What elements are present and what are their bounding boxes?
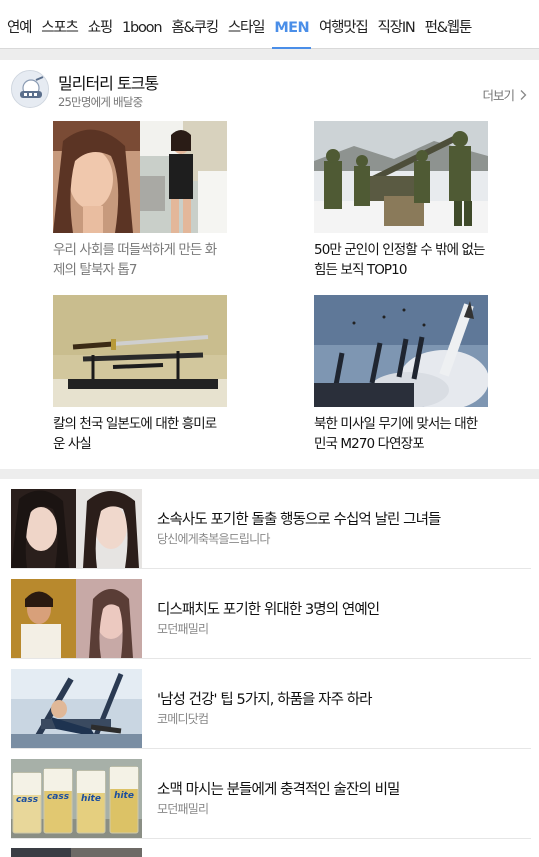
list-item[interactable]: cass cass hite hite 소맥 마시는 분들에게 충격적인 술잔의… xyxy=(11,749,531,839)
channel-logo-icon[interactable] xyxy=(11,70,49,108)
list-thumbnail-partial xyxy=(11,848,142,857)
beer-glass-label: cass xyxy=(47,792,70,802)
list-item[interactable]: 디스패치도 포기한 위대한 3명의 연예인 모던패밀리 xyxy=(11,569,531,659)
chevron-right-icon xyxy=(517,89,529,101)
list-item-title: 소맥 마시는 분들에게 충격적인 술잔의 비밀 xyxy=(157,782,400,798)
category-nav: 연예 스포츠 쇼핑 1boon 홈&쿠킹 스타일 MEN 여행맛집 직장IN 펀&웹툰 xyxy=(0,0,539,49)
list-item-title: 소속사도 포기한 돌출 행동으로 수십억 날린 그녀들 xyxy=(157,512,441,528)
tile-thumbnail xyxy=(53,121,227,233)
beer-glass-label: hite xyxy=(81,794,101,804)
list-item[interactable]: '남성 건강' 팁 5가지, 하품을 자주 하라 코메디닷컴 xyxy=(11,659,531,749)
tile-caption: 50만 군인이 인정할 수 밖에 없는 힘든 보직 TOP10 xyxy=(314,242,485,278)
tab-category[interactable]: 쇼핑 xyxy=(83,0,117,49)
list-thumbnail xyxy=(11,579,142,658)
tab-category[interactable]: 여행맛집 xyxy=(314,0,373,49)
list-item-title: '남성 건강' 팁 5가지, 하품을 자주 하라 xyxy=(157,692,373,708)
list-item[interactable]: 소속사도 포기한 돌출 행동으로 수십억 날린 그녀들 당신에게축복을드립니다 xyxy=(11,479,531,569)
list-item-source: 코메디닷컴 xyxy=(157,712,209,726)
list-item-source: 당신에게축복을드립니다 xyxy=(157,532,270,546)
tab-category[interactable]: 홈&쿠킹 xyxy=(166,0,223,49)
tab-active[interactable]: MEN xyxy=(269,0,314,49)
tile-thumbnail xyxy=(314,295,488,407)
list-thumbnail xyxy=(11,489,142,568)
beer-glass-label: hite xyxy=(114,791,134,801)
list-thumbnail xyxy=(11,669,142,748)
tile-caption: 칼의 천국 일본도에 대한 흥미로운 사실 xyxy=(53,416,217,452)
beer-glass-label: cass xyxy=(16,795,39,805)
tab-category[interactable]: 스타일 xyxy=(223,0,269,49)
channel-card: 밀리터리 토크통 25만명에게 배달중 더보기 우리 사회를 떠들썩하게 만든 … xyxy=(0,60,539,469)
tab-category[interactable]: 펀&웹툰 xyxy=(420,0,477,49)
channel-header: 밀리터리 토크통 25만명에게 배달중 더보기 xyxy=(11,70,531,110)
channel-tile[interactable]: 우리 사회를 떠들썩하게 만든 화제의 탈북자 톱7 xyxy=(53,121,227,280)
tile-thumbnail xyxy=(314,121,488,233)
tile-caption: 우리 사회를 떠들썩하게 만든 화제의 탈북자 톱7 xyxy=(53,242,217,278)
list-item-source: 모던패밀리 xyxy=(157,802,209,816)
tile-caption: 북한 미사일 무기에 맞서는 대한민국 M270 다연장포 xyxy=(314,416,478,452)
channel-title[interactable]: 밀리터리 토크통 xyxy=(58,70,159,94)
list-thumbnail: cass cass hite hite xyxy=(11,759,142,838)
channel-tile[interactable]: 50만 군인이 인정할 수 밖에 없는 힘든 보직 TOP10 xyxy=(314,121,488,280)
tab-category[interactable]: 1boon xyxy=(117,0,166,49)
tab-category[interactable]: 연예 xyxy=(0,0,36,49)
tile-thumbnail xyxy=(53,295,227,407)
article-list: 소속사도 포기한 돌출 행동으로 수십억 날린 그녀들 당신에게축복을드립니다 … xyxy=(0,479,539,857)
channel-subscriber-count: 25만명에게 배달중 xyxy=(58,95,143,109)
channel-tile[interactable]: 북한 미사일 무기에 맞서는 대한민국 M270 다연장포 xyxy=(314,295,488,454)
tab-category[interactable]: 직장IN xyxy=(373,0,420,49)
more-link[interactable]: 더보기 xyxy=(482,85,529,104)
tab-category[interactable]: 스포츠 xyxy=(36,0,82,49)
more-label: 더보기 xyxy=(482,88,515,103)
list-item-source: 모던패밀리 xyxy=(157,622,209,636)
channel-tile[interactable]: 칼의 천국 일본도에 대한 흥미로운 사실 xyxy=(53,295,227,454)
list-item-title: 디스패치도 포기한 위대한 3명의 연예인 xyxy=(157,602,380,618)
